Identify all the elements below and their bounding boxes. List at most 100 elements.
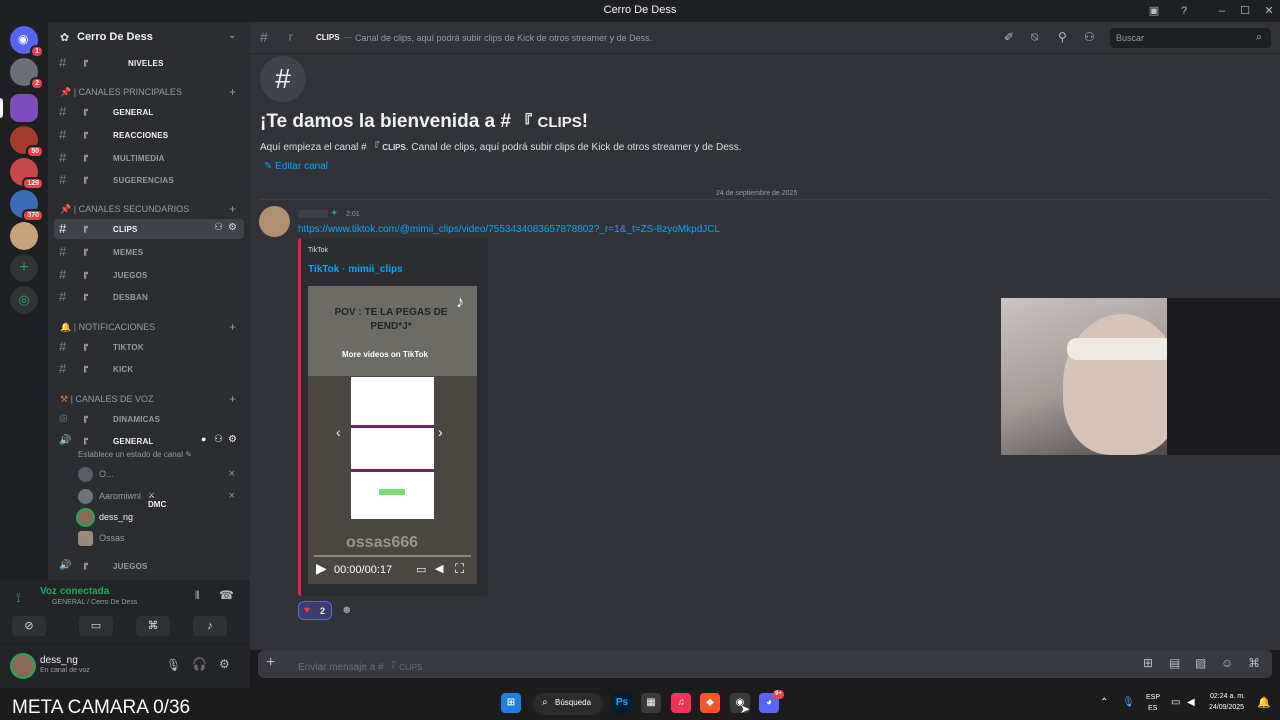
embed-title[interactable]: TikTok · mimii_clips [308, 264, 403, 275]
author-name-redacted[interactable] [298, 210, 328, 218]
author-avatar[interactable] [259, 206, 290, 237]
hash-icon: # [59, 339, 67, 354]
headphones-icon[interactable]: 🎧 [192, 657, 207, 671]
direct-messages-icon[interactable]: ◉ 1 [10, 26, 44, 58]
channel-dinamicas[interactable]: ◎ 『 DINAMICAS [54, 409, 244, 429]
server-icon[interactable]: 129 [10, 158, 44, 190]
emoji-icon[interactable]: ☺ [1221, 656, 1233, 670]
channel-juegos[interactable]: # 『 JUEGOS [54, 265, 244, 285]
edit-channel-link[interactable]: ✎ Editar canal [264, 161, 328, 172]
category-notificaciones[interactable]: 🔔 | NOTIFICACIONES [60, 322, 155, 336]
video-thumbnail-stack[interactable] [351, 377, 434, 519]
message-composer[interactable]: + Enviar mensaje a # 『 CLIPS ⊞ ▤ ▧ ☺ ⌘ [258, 650, 1272, 678]
progress-bar[interactable] [314, 555, 471, 557]
music-icon[interactable]: ♫ [671, 693, 691, 713]
server-icon[interactable] [10, 222, 38, 250]
category-voz[interactable]: ⚒ | CANALES DE VOZ [60, 394, 153, 408]
minimize-button[interactable]: – [1214, 3, 1230, 19]
category-principales[interactable]: 📌 | CANALES PRINCIPALES [60, 87, 182, 101]
clock-time[interactable]: 02:24 a. m. [1210, 693, 1245, 700]
camera-off-button[interactable]: ⊘ [12, 616, 46, 636]
voice-status-hint[interactable]: Establece un estado de canal ✎ [78, 450, 192, 459]
disconnect-icon[interactable]: ☎ [219, 588, 234, 602]
captions-icon[interactable]: ▭ [416, 563, 426, 576]
noise-suppression-icon[interactable]: ⫴ [195, 590, 200, 603]
soundboard-button[interactable]: ♪ [193, 616, 227, 636]
channel-niveles[interactable]: # 『 NIVELES [54, 53, 244, 73]
volume-icon[interactable]: ◀ [435, 562, 443, 575]
invite-icon[interactable]: ⚇ [214, 434, 223, 445]
language-top[interactable]: ESP [1146, 694, 1160, 701]
voice-channel-general[interactable]: 🔊 『 GENERAL ● ⚇ ⚙ [54, 431, 244, 451]
server-icon[interactable]: 2 [10, 58, 44, 90]
signal-icon[interactable]: ⟟ [16, 590, 21, 606]
add-channel-icon[interactable]: + [229, 202, 236, 216]
channel-general[interactable]: # 『 GENERAL [54, 102, 244, 122]
windows-start-icon[interactable]: ⊞ [501, 693, 521, 713]
chevron-up-icon[interactable]: ⌃ [1100, 697, 1108, 708]
server-icon[interactable]: 50 [10, 126, 44, 158]
discover-icon[interactable]: ◎ [10, 286, 38, 314]
channel-kick[interactable]: # 『 KICK [54, 359, 244, 379]
add-channel-icon[interactable]: + [229, 85, 236, 99]
add-channel-icon[interactable]: + [229, 392, 236, 406]
voice-channel-juegos[interactable]: 🔊 『 JUEGOS [54, 556, 244, 576]
channel-clips[interactable]: # 『 CLIPS ⚇ ⚙ [54, 219, 244, 239]
fullscreen-icon[interactable]: ⛶ [455, 561, 464, 577]
sticker-icon[interactable]: ▧ [1195, 656, 1206, 670]
notification-muted-icon[interactable]: ⍉ [1031, 30, 1038, 45]
photoshop-icon[interactable]: Ps [612, 693, 632, 713]
invite-icon[interactable]: ⚇ [214, 222, 223, 233]
add-server-icon[interactable]: + [10, 254, 38, 282]
activities-button[interactable]: ⌘ [136, 616, 170, 636]
reaction-heart[interactable]: ♥ 2 [298, 601, 332, 620]
volume-icon[interactable]: ◀ [1187, 697, 1195, 708]
store-icon[interactable]: ▦ [641, 693, 661, 713]
channel-emoji: 『 [79, 60, 89, 70]
user-avatar[interactable] [12, 655, 34, 677]
threads-icon[interactable]: ✐ [1004, 30, 1014, 44]
server-icon-active[interactable] [10, 94, 38, 122]
network-icon[interactable]: ▭ [1171, 697, 1180, 708]
prev-arrow-icon[interactable]: ‹ [336, 424, 341, 440]
channel-desban[interactable]: # 『 DESBAN [54, 287, 244, 307]
discord-taskbar-icon[interactable]: ◕ 9+ [759, 690, 784, 713]
gear-icon[interactable]: ⚙ [228, 222, 237, 233]
inbox-icon[interactable]: ▣ [1146, 3, 1162, 19]
next-arrow-icon[interactable]: › [438, 424, 443, 440]
member-list-icon[interactable]: ⚇ [1084, 30, 1095, 44]
channel-reacciones[interactable]: # 『 REACCIONES [54, 125, 244, 145]
category-secundarios[interactable]: 📌 | CANALES SECUNDARIOS [60, 204, 189, 218]
play-icon[interactable]: ▶ [316, 560, 327, 577]
clock-date[interactable]: 24/09/2025 [1209, 704, 1244, 711]
screen-share-button[interactable]: ▭ [79, 616, 113, 636]
channel-multimedia[interactable]: # 『 MULTIMEDIA [54, 148, 244, 168]
notifications-icon[interactable]: 🔔 [1257, 696, 1271, 709]
server-icon[interactable]: 370 [10, 190, 44, 222]
microphone-icon[interactable]: 🎙 [166, 658, 181, 672]
channel-sugerencias[interactable]: # 『 SUGERENCIAS [54, 170, 244, 190]
channel-tiktok[interactable]: # 『 TIKTOK [54, 337, 244, 357]
microphone-icon[interactable]: 🎙 [1122, 697, 1135, 708]
gear-icon[interactable]: ⚙ [219, 657, 230, 671]
pin-icon[interactable]: ⚲ [1058, 30, 1067, 44]
guild-header[interactable]: ✿ Cerro De Dess ⌄ [48, 26, 250, 50]
gif-icon[interactable]: ▤ [1169, 656, 1180, 670]
gift-icon[interactable]: ⊞ [1143, 656, 1153, 670]
hash-icon: # [59, 55, 67, 70]
add-reaction-icon[interactable]: ☻ [341, 604, 353, 616]
maximize-button[interactable]: ☐ [1237, 3, 1253, 19]
channel-memes[interactable]: # 『 MEMES [54, 242, 244, 262]
add-channel-icon[interactable]: + [229, 320, 236, 334]
chat-icon[interactable]: ● [201, 434, 207, 444]
attach-plus-icon[interactable]: + [266, 654, 275, 672]
brave-browser-icon[interactable]: ◆ [700, 693, 720, 713]
close-button[interactable]: ✕ [1261, 3, 1277, 19]
apps-icon[interactable]: ⌘ [1248, 656, 1260, 670]
gear-icon[interactable]: ⚙ [228, 434, 237, 445]
search-input[interactable]: Buscar ⌕ [1110, 28, 1271, 48]
help-icon[interactable]: ? [1176, 3, 1192, 19]
message-link[interactable]: https://www.tiktok.com/@mimii_clips/vide… [298, 224, 720, 235]
video-player[interactable]: POV : TE LA PEGAS DE PEND*J* ♪ More vide… [308, 286, 477, 584]
taskbar-search[interactable]: ⌕ Búsqueda [533, 693, 603, 715]
